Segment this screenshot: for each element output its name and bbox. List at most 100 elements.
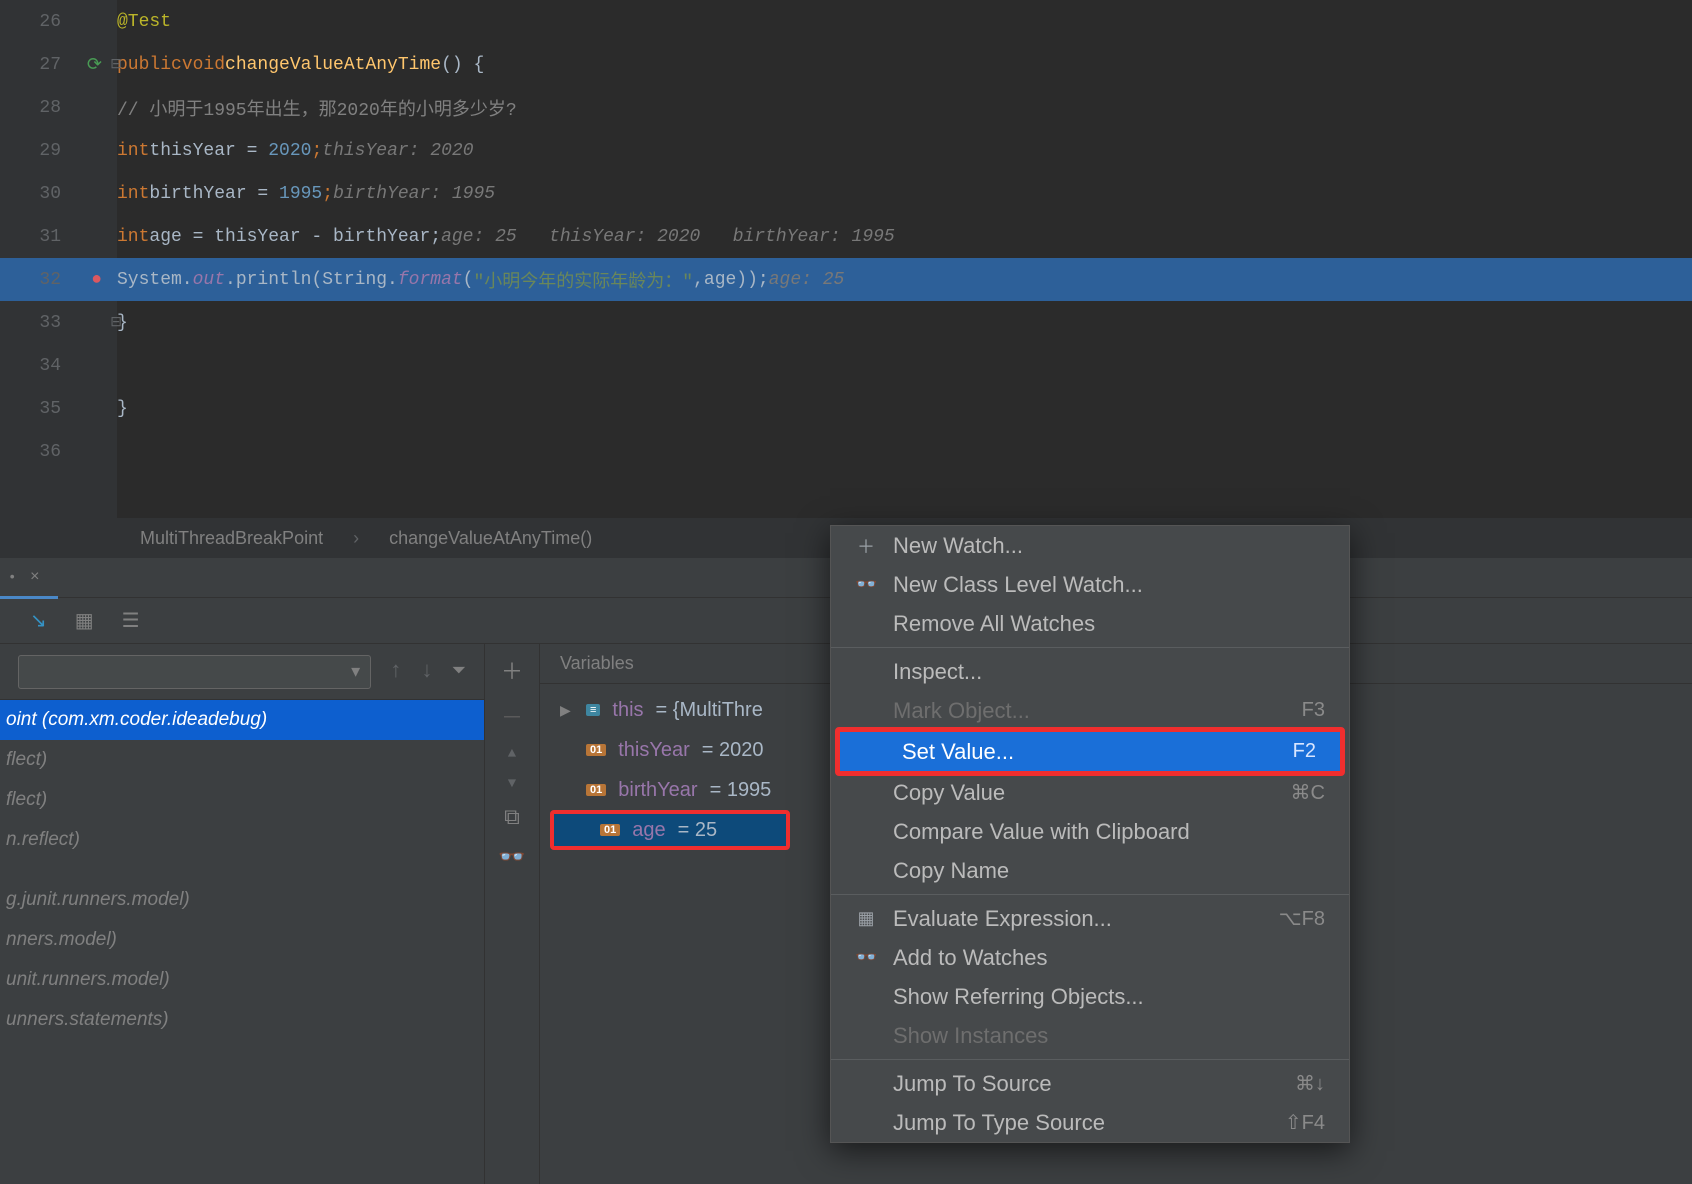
variable-value: = {MultiThre [656, 699, 763, 722]
menu-add-watches[interactable]: 👓Add to Watches [831, 938, 1349, 977]
next-frame-icon[interactable]: ↓ [420, 659, 433, 684]
menu-inspect[interactable]: Inspect... [831, 652, 1349, 691]
line-number: 29 [39, 141, 61, 161]
line-number: 30 [39, 184, 61, 204]
tab-close-icon[interactable]: × [30, 568, 40, 586]
menu-jump-type-source[interactable]: Jump To Type Source⇧F4 [831, 1103, 1349, 1142]
move-down-icon[interactable]: ▼ [508, 776, 516, 792]
variable-name: birthYear [618, 779, 697, 802]
frame-row[interactable]: nners.model) [0, 920, 484, 960]
new-watch-icon[interactable]: ＋ [501, 654, 523, 686]
breadcrumb-item[interactable]: MultiThreadBreakPoint [140, 528, 323, 549]
remove-watch-icon[interactable]: － [501, 700, 523, 732]
copy-icon[interactable]: ⧉ [504, 806, 520, 831]
thread-selector[interactable] [18, 655, 371, 689]
frames-header: ↑ ↓ ⏷ [0, 644, 484, 700]
breakpoint-icon[interactable]: ● [91, 270, 102, 290]
code-text: () { [441, 55, 484, 75]
glasses-icon: 👓 [855, 947, 877, 968]
type-badge-icon: 01 [586, 744, 606, 756]
menu-show-referring[interactable]: Show Referring Objects... [831, 977, 1349, 1016]
menu-remove-all[interactable]: Remove All Watches [831, 604, 1349, 643]
frame-row[interactable]: unners.statements) [0, 1000, 484, 1040]
code-area[interactable]: @Test public void changeValueAtAnyTime()… [117, 0, 1692, 518]
code-text: ,age)); [693, 270, 769, 290]
code-text: int [117, 227, 149, 247]
variables-toolbar: ＋ － ▲ ▼ ⧉ 👓 [485, 644, 540, 1184]
frame-row[interactable]: unit.runners.model) [0, 960, 484, 1000]
code-text: out [193, 270, 225, 290]
type-badge-icon: ≡ [586, 704, 600, 716]
code-text: 2020 [268, 141, 311, 161]
frame-row[interactable]: g.junit.runners.model) [0, 880, 484, 920]
code-text: ( [463, 270, 474, 290]
menu-copy-value[interactable]: Copy Value⌘C [831, 773, 1349, 812]
menu-set-value[interactable]: Set Value...F2 [840, 732, 1340, 771]
code-text: "小明今年的实际年龄为：" [473, 267, 693, 293]
line-number: 31 [39, 227, 61, 247]
variable-name: this [612, 699, 643, 722]
frame-row[interactable]: flect) [0, 780, 484, 820]
code-text: System. [117, 270, 193, 290]
frame-row[interactable]: flect) [0, 740, 484, 780]
variable-value: = 2020 [702, 739, 764, 762]
menu-separator [831, 647, 1349, 648]
glasses-icon: 👓 [855, 574, 877, 595]
menu-evaluate[interactable]: ▦Evaluate Expression...⌥F8 [831, 899, 1349, 938]
variable-row-age[interactable]: 01 age = 25 [550, 810, 790, 850]
menu-copy-name[interactable]: Copy Name [831, 851, 1349, 890]
menu-compare-clipboard[interactable]: Compare Value with Clipboard [831, 812, 1349, 851]
code-text: int [117, 184, 149, 204]
menu-new-watch[interactable]: ＋New Watch... [831, 526, 1349, 565]
line-number: 34 [39, 356, 61, 376]
frame-row[interactable]: oint (com.xm.coder.ideadebug) [0, 700, 484, 740]
line-number: 28 [39, 98, 61, 118]
run-gutter-icon[interactable]: ⟳ [87, 54, 102, 76]
menu-jump-source[interactable]: Jump To Source⌘↓ [831, 1064, 1349, 1103]
menu-mark-object[interactable]: Mark Object...F3 [831, 691, 1349, 730]
type-badge-icon: 01 [586, 784, 606, 796]
variable-name: thisYear [618, 739, 690, 762]
inline-hint: thisYear: 2020 [322, 141, 473, 161]
expand-icon[interactable]: ▶ [560, 702, 574, 719]
frames-list[interactable]: oint (com.xm.coder.ideadebug) flect) fle… [0, 700, 484, 1040]
variable-value: = 1995 [710, 779, 772, 802]
code-text: @Test [117, 12, 171, 32]
menu-separator [831, 894, 1349, 895]
line-number: 36 [39, 442, 61, 462]
code-text: birthYear = [149, 184, 279, 204]
step-into-icon[interactable]: ↘ [30, 608, 47, 634]
code-text: void [182, 55, 225, 75]
inline-hint: birthYear: 1995 [333, 184, 495, 204]
active-tab-underline [0, 596, 58, 599]
fold-icon[interactable]: ⊟ [110, 56, 122, 73]
breadcrumb-item[interactable]: changeValueAtAnyTime() [389, 528, 592, 549]
menu-show-instances[interactable]: Show Instances [831, 1016, 1349, 1055]
menu-new-class-watch[interactable]: 👓New Class Level Watch... [831, 565, 1349, 604]
code-text: ; [322, 184, 333, 204]
code-editor[interactable]: 26 27 ⟳ ⊟ 28 29 30 31 32 ● 33 ⊟ 34 35 36… [0, 0, 1692, 518]
code-text: thisYear = [149, 141, 268, 161]
settings-icon[interactable]: ☰ [122, 608, 140, 634]
filter-icon[interactable]: ⏷ [452, 661, 466, 682]
variable-value: = 25 [678, 819, 717, 842]
fold-icon[interactable]: ⊟ [110, 314, 122, 331]
tab-pin-icon[interactable]: • [8, 570, 16, 586]
context-menu[interactable]: ＋New Watch... 👓New Class Level Watch... … [830, 525, 1350, 1143]
calculator-icon[interactable]: ▦ [75, 608, 94, 634]
move-up-icon[interactable]: ▲ [508, 746, 516, 762]
line-number: 32 [39, 270, 61, 290]
prev-frame-icon[interactable]: ↑ [389, 659, 402, 684]
line-number: 33 [39, 313, 61, 333]
code-text: 1995 [279, 184, 322, 204]
calculator-icon: ▦ [855, 908, 877, 929]
glasses-icon[interactable]: 👓 [498, 845, 525, 871]
line-number: 27 [39, 55, 61, 75]
variable-name: age [632, 819, 665, 842]
code-text: format [398, 270, 463, 290]
inline-hint: age: 25 thisYear: 2020 birthYear: 1995 [441, 227, 895, 247]
frame-row[interactable]: n.reflect) [0, 820, 484, 860]
code-text: } [117, 399, 128, 419]
plus-icon: ＋ [855, 533, 877, 559]
gutter: 26 27 ⟳ ⊟ 28 29 30 31 32 ● 33 ⊟ 34 35 36 [0, 0, 117, 518]
